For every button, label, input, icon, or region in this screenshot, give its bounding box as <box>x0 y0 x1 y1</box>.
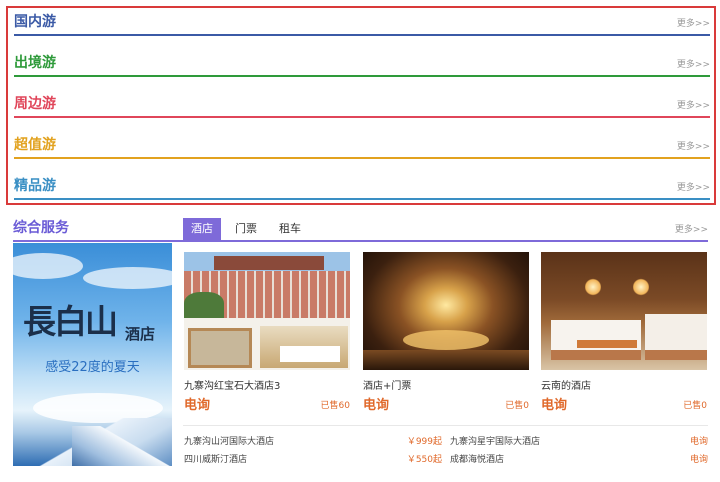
lamp-shape <box>633 278 649 296</box>
hotel-card-1[interactable]: 九寨沟红宝石大酒店3 电询 已售60 <box>184 252 350 413</box>
more-link-outbound[interactable]: 更多>> <box>677 57 710 70</box>
more-link-nearby[interactable]: 更多>> <box>677 98 710 111</box>
list-divider <box>183 425 708 426</box>
category-title-nearby[interactable]: 周边游 <box>14 93 56 113</box>
hotel-card-price: 电询 <box>541 398 568 413</box>
hotel-card-price: 电询 <box>363 398 390 413</box>
tab-car-rental[interactable]: 租车 <box>271 218 309 240</box>
services-header: 综合服务 酒店 门票 租车 更多>> <box>13 218 708 242</box>
lamp-shape <box>585 278 601 296</box>
more-link-value[interactable]: 更多>> <box>677 139 710 152</box>
hotel-card-name[interactable]: 云南的酒店 <box>541 377 707 392</box>
hotel-card-2[interactable]: 酒店+门票 电询 已售0 <box>363 252 529 413</box>
banner-logo-text: 長白山 <box>23 302 118 341</box>
trees-shape <box>184 292 224 320</box>
category-premium: 精品游 更多>> <box>14 176 710 200</box>
snow-mountain-shape <box>72 426 172 466</box>
tab-tickets[interactable]: 门票 <box>227 218 265 240</box>
list-item-price: ￥999起 <box>406 437 442 447</box>
category-title-domestic[interactable]: 国内游 <box>14 11 56 31</box>
banner-logo-sub: 酒店 <box>125 325 156 343</box>
list-item-name[interactable]: 九寨沟山河国际大酒店 <box>184 434 274 447</box>
hotel-photo-1[interactable] <box>184 252 350 370</box>
room-photo-strip <box>184 318 350 370</box>
hotel-card-3[interactable]: 云南的酒店 电询 已售0 <box>541 252 707 413</box>
services-title[interactable]: 综合服务 <box>13 217 69 237</box>
cloud-shape <box>13 253 83 279</box>
hotel-card-name[interactable]: 酒店+门票 <box>363 377 529 392</box>
cloud-shape <box>83 267 172 289</box>
hotel-card-sold: 已售0 <box>505 401 529 411</box>
hotel-card-sold: 已售0 <box>683 401 707 411</box>
more-link-domestic[interactable]: 更多>> <box>677 16 710 29</box>
category-value: 超值游 更多>> <box>14 135 710 159</box>
list-item-price: ￥550起 <box>406 455 442 465</box>
category-nearby: 周边游 更多>> <box>14 94 710 118</box>
list-item-name[interactable]: 四川威斯汀酒店 <box>184 452 247 465</box>
more-link-services[interactable]: 更多>> <box>675 222 708 235</box>
bed-throw <box>577 340 637 348</box>
building-roof <box>214 256 324 270</box>
list-item-price: 电询 <box>689 455 708 465</box>
list-item-name[interactable]: 成都海悦酒店 <box>450 452 504 465</box>
category-title-outbound[interactable]: 出境游 <box>14 52 56 72</box>
room-bed <box>280 346 340 362</box>
list-item-name[interactable]: 九寨沟星宇国际大酒店 <box>450 434 540 447</box>
hotel-card-sold: 已售60 <box>320 401 350 411</box>
lobby-fountain <box>403 330 489 350</box>
more-link-premium[interactable]: 更多>> <box>677 180 710 193</box>
tour-categories-panel: 国内游 更多>> 出境游 更多>> 周边游 更多>> 超值游 更多>> 精品游 … <box>6 6 716 205</box>
category-title-premium[interactable]: 精品游 <box>14 175 56 195</box>
hotel-photo-2[interactable] <box>363 252 529 370</box>
banner-slogan: 感受22度的夏天 <box>45 360 140 375</box>
list-item-price: 电询 <box>689 437 708 447</box>
category-outbound: 出境游 更多>> <box>14 53 710 77</box>
hotel-card-name[interactable]: 九寨沟红宝石大酒店3 <box>184 377 350 392</box>
hotel-card-price-line: 电询 已售60 <box>184 394 350 413</box>
lobby-floor <box>363 350 529 370</box>
hotel-card-price: 电询 <box>184 398 211 413</box>
hotel-card-price-line: 电询 已售0 <box>363 394 529 413</box>
hotel-card-price-line: 电询 已售0 <box>541 394 707 413</box>
changbaishan-hotel-banner[interactable]: 長白山 酒店 感受22度的夏天 <box>13 243 172 466</box>
room-photo-a <box>188 328 252 368</box>
category-domestic: 国内游 更多>> <box>14 12 710 36</box>
category-title-value[interactable]: 超值游 <box>14 134 56 154</box>
hotel-photo-3[interactable] <box>541 252 707 370</box>
tab-hotel[interactable]: 酒店 <box>183 218 221 240</box>
bed-shape <box>645 314 707 360</box>
services-tabs: 酒店 门票 租车 <box>183 218 315 240</box>
